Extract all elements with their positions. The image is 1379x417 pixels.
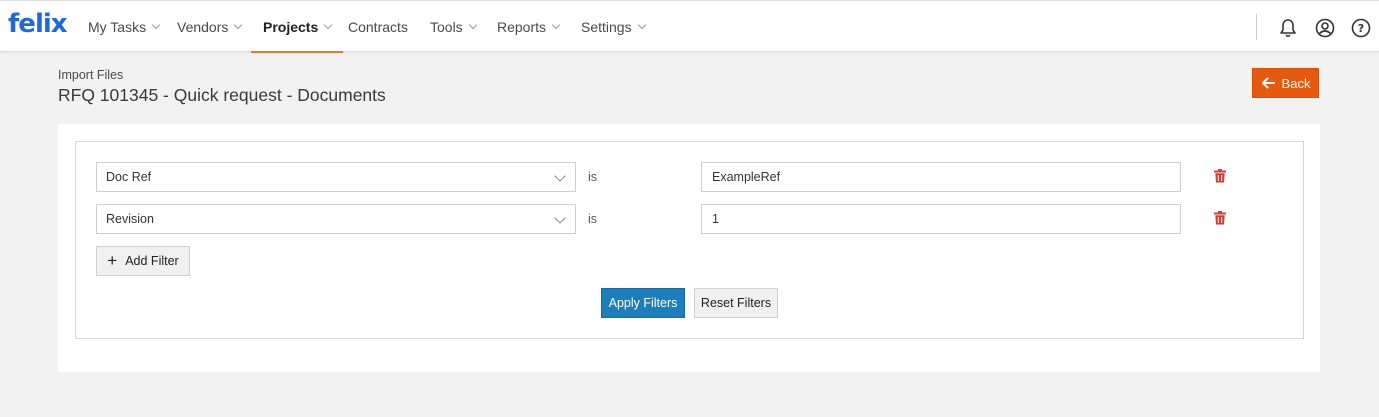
chevron-down-icon [554, 170, 566, 182]
filter-field-value: Revision [106, 212, 154, 226]
nav-vendors-label: Vendors [177, 18, 229, 35]
nav-tools-label: Tools [430, 18, 463, 35]
chevron-down-icon [551, 20, 561, 30]
apply-filters-label: Apply Filters [608, 296, 678, 310]
nav-my-tasks-label: My Tasks [88, 18, 147, 35]
trash-icon[interactable] [1214, 211, 1226, 225]
nav-projects-label: Projects [263, 18, 319, 35]
help-icon[interactable]: ? [1351, 18, 1371, 38]
nav-reports[interactable]: Reports [497, 1, 561, 52]
add-filter-label: Add Filter [125, 254, 179, 268]
nav-my-tasks[interactable]: My Tasks [88, 1, 161, 52]
back-button[interactable]: Back [1252, 68, 1319, 98]
chevron-down-icon [468, 20, 477, 30]
nav-contracts-label: Contracts [348, 18, 408, 35]
add-filter-button[interactable]: + Add Filter [96, 246, 190, 276]
filter-value-input[interactable] [701, 162, 1181, 192]
felix-logo[interactable]: felix [8, 9, 68, 39]
user-circle-icon[interactable] [1315, 18, 1335, 38]
arrow-left-icon [1261, 77, 1275, 89]
nav-vendors[interactable]: Vendors [177, 1, 243, 52]
page-title: RFQ 101345 - Quick request - Documents [58, 85, 386, 105]
chevron-down-icon [554, 212, 566, 224]
filters-card: Doc Ref is Revision is + Add [58, 124, 1320, 372]
filter-value-input[interactable] [701, 204, 1181, 234]
nav-projects[interactable]: Projects [250, 1, 344, 53]
bell-icon[interactable] [1278, 18, 1298, 38]
nav-tools[interactable]: Tools [430, 1, 477, 52]
nav-reports-label: Reports [497, 18, 547, 35]
top-navbar: felix My Tasks Vendors Projects Contract… [0, 0, 1379, 53]
chevron-down-icon [234, 20, 243, 30]
filter-field-value: Doc Ref [106, 170, 152, 184]
svg-text:?: ? [1358, 22, 1364, 35]
breadcrumb: Import Files [58, 68, 124, 82]
plus-icon: + [107, 250, 118, 270]
trash-icon[interactable] [1214, 169, 1226, 183]
filter-operator: is [588, 212, 598, 226]
nav-settings[interactable]: Settings [581, 1, 646, 52]
filter-field-select[interactable]: Doc Ref [96, 162, 576, 192]
apply-filters-button[interactable]: Apply Filters [601, 288, 685, 318]
filter-field-select[interactable]: Revision [96, 204, 576, 234]
chevron-down-icon [151, 20, 161, 30]
reset-filters-label: Reset Filters [700, 296, 772, 310]
nav-divider [1256, 14, 1257, 40]
nav-contracts[interactable]: Contracts [348, 1, 408, 52]
chevron-down-icon [637, 20, 646, 30]
chevron-down-icon [324, 20, 333, 30]
filter-panel: Doc Ref is Revision is + Add [75, 141, 1304, 339]
back-button-label: Back [1281, 75, 1311, 91]
nav-settings-label: Settings [581, 18, 632, 35]
reset-filters-button[interactable]: Reset Filters [694, 288, 778, 318]
filter-operator: is [588, 170, 598, 184]
